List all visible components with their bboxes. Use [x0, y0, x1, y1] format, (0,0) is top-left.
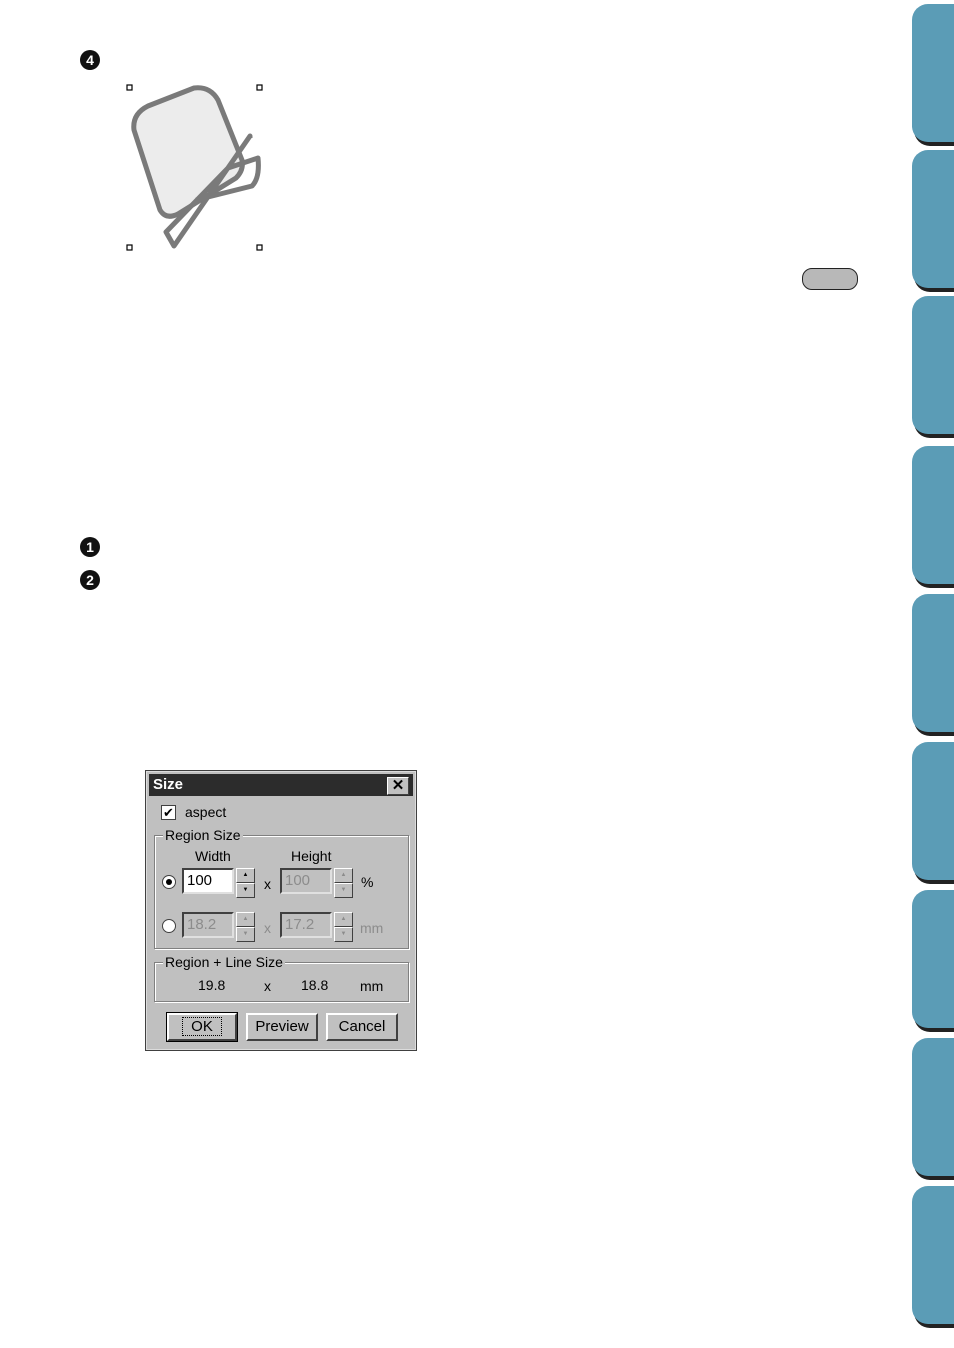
- selected-shape-figure: [126, 84, 263, 251]
- side-tab-3[interactable]: [912, 296, 954, 434]
- region-line-width-value: 19.8: [198, 977, 226, 993]
- side-tab-4[interactable]: [912, 446, 954, 584]
- spin-up-icon: ▲: [334, 868, 353, 883]
- percent-unit: %: [361, 874, 374, 890]
- side-tab-8[interactable]: [912, 1038, 954, 1176]
- cancel-label: Cancel: [338, 1018, 386, 1035]
- percent-radio[interactable]: [162, 875, 176, 889]
- region-line-unit: mm: [360, 978, 384, 994]
- cancel-button[interactable]: Cancel: [326, 1013, 398, 1041]
- mm-height-input: 17.2: [280, 912, 332, 938]
- close-icon: ✕: [391, 777, 405, 794]
- ok-label: OK: [182, 1017, 222, 1036]
- pill-button[interactable]: [802, 268, 858, 290]
- region-size-title: Region Size: [163, 827, 243, 843]
- region-line-size-title: Region + Line Size: [163, 954, 285, 970]
- side-tab-5[interactable]: [912, 594, 954, 732]
- spin-down-icon: ▼: [236, 927, 255, 942]
- aspect-checkbox[interactable]: ✔: [161, 805, 176, 820]
- mm-unit: mm: [360, 920, 384, 936]
- region-line-times: x: [264, 978, 271, 994]
- step-number-1: 1: [80, 537, 100, 557]
- spin-down-icon: ▼: [334, 883, 353, 898]
- preview-label: Preview: [255, 1018, 309, 1035]
- spin-up-icon[interactable]: ▲: [236, 868, 255, 883]
- mm-height-spinner: ▲ ▼: [334, 912, 353, 942]
- aspect-label: aspect: [185, 804, 227, 820]
- height-label: Height: [291, 848, 332, 864]
- mm-radio[interactable]: [162, 919, 176, 933]
- selection-handle-bottom-left[interactable]: [126, 244, 133, 251]
- preview-button[interactable]: Preview: [246, 1013, 318, 1041]
- side-tab-9[interactable]: [912, 1186, 954, 1324]
- percent-width-spinner[interactable]: ▲ ▼: [236, 868, 255, 898]
- spin-down-icon[interactable]: ▼: [236, 883, 255, 898]
- spin-up-icon: ▲: [236, 912, 255, 927]
- side-tab-6[interactable]: [912, 742, 954, 880]
- percent-width-input[interactable]: 100: [182, 868, 234, 894]
- selection-handle-bottom-right[interactable]: [256, 244, 263, 251]
- region-line-height-value: 18.8: [301, 977, 329, 993]
- mm-width-spinner: ▲ ▼: [236, 912, 255, 942]
- size-dialog: Size ✕ ✔ aspect Region Size Width Height…: [145, 770, 417, 1051]
- selection-handle-top-right[interactable]: [256, 84, 263, 91]
- spin-up-icon: ▲: [334, 912, 353, 927]
- dialog-title: Size: [153, 776, 184, 793]
- percent-height-input: 100: [280, 868, 332, 894]
- mm-width-input: 18.2: [182, 912, 234, 938]
- dialog-titlebar[interactable]: Size ✕: [149, 774, 413, 796]
- times-sign-mm: x: [264, 920, 271, 936]
- width-label: Width: [195, 848, 231, 864]
- step-number-2: 2: [80, 570, 100, 590]
- spin-down-icon: ▼: [334, 927, 353, 942]
- side-tab-1[interactable]: [912, 4, 954, 142]
- step-number-4: 4: [80, 50, 100, 70]
- side-tab-2[interactable]: [912, 150, 954, 288]
- side-tab-7[interactable]: [912, 890, 954, 1028]
- selection-handle-top-left[interactable]: [126, 84, 133, 91]
- ok-button[interactable]: OK: [166, 1012, 238, 1042]
- times-sign: x: [264, 876, 271, 892]
- percent-height-spinner: ▲ ▼: [334, 868, 353, 898]
- rotated-square-shape[interactable]: [131, 85, 261, 249]
- close-button[interactable]: ✕: [387, 777, 409, 795]
